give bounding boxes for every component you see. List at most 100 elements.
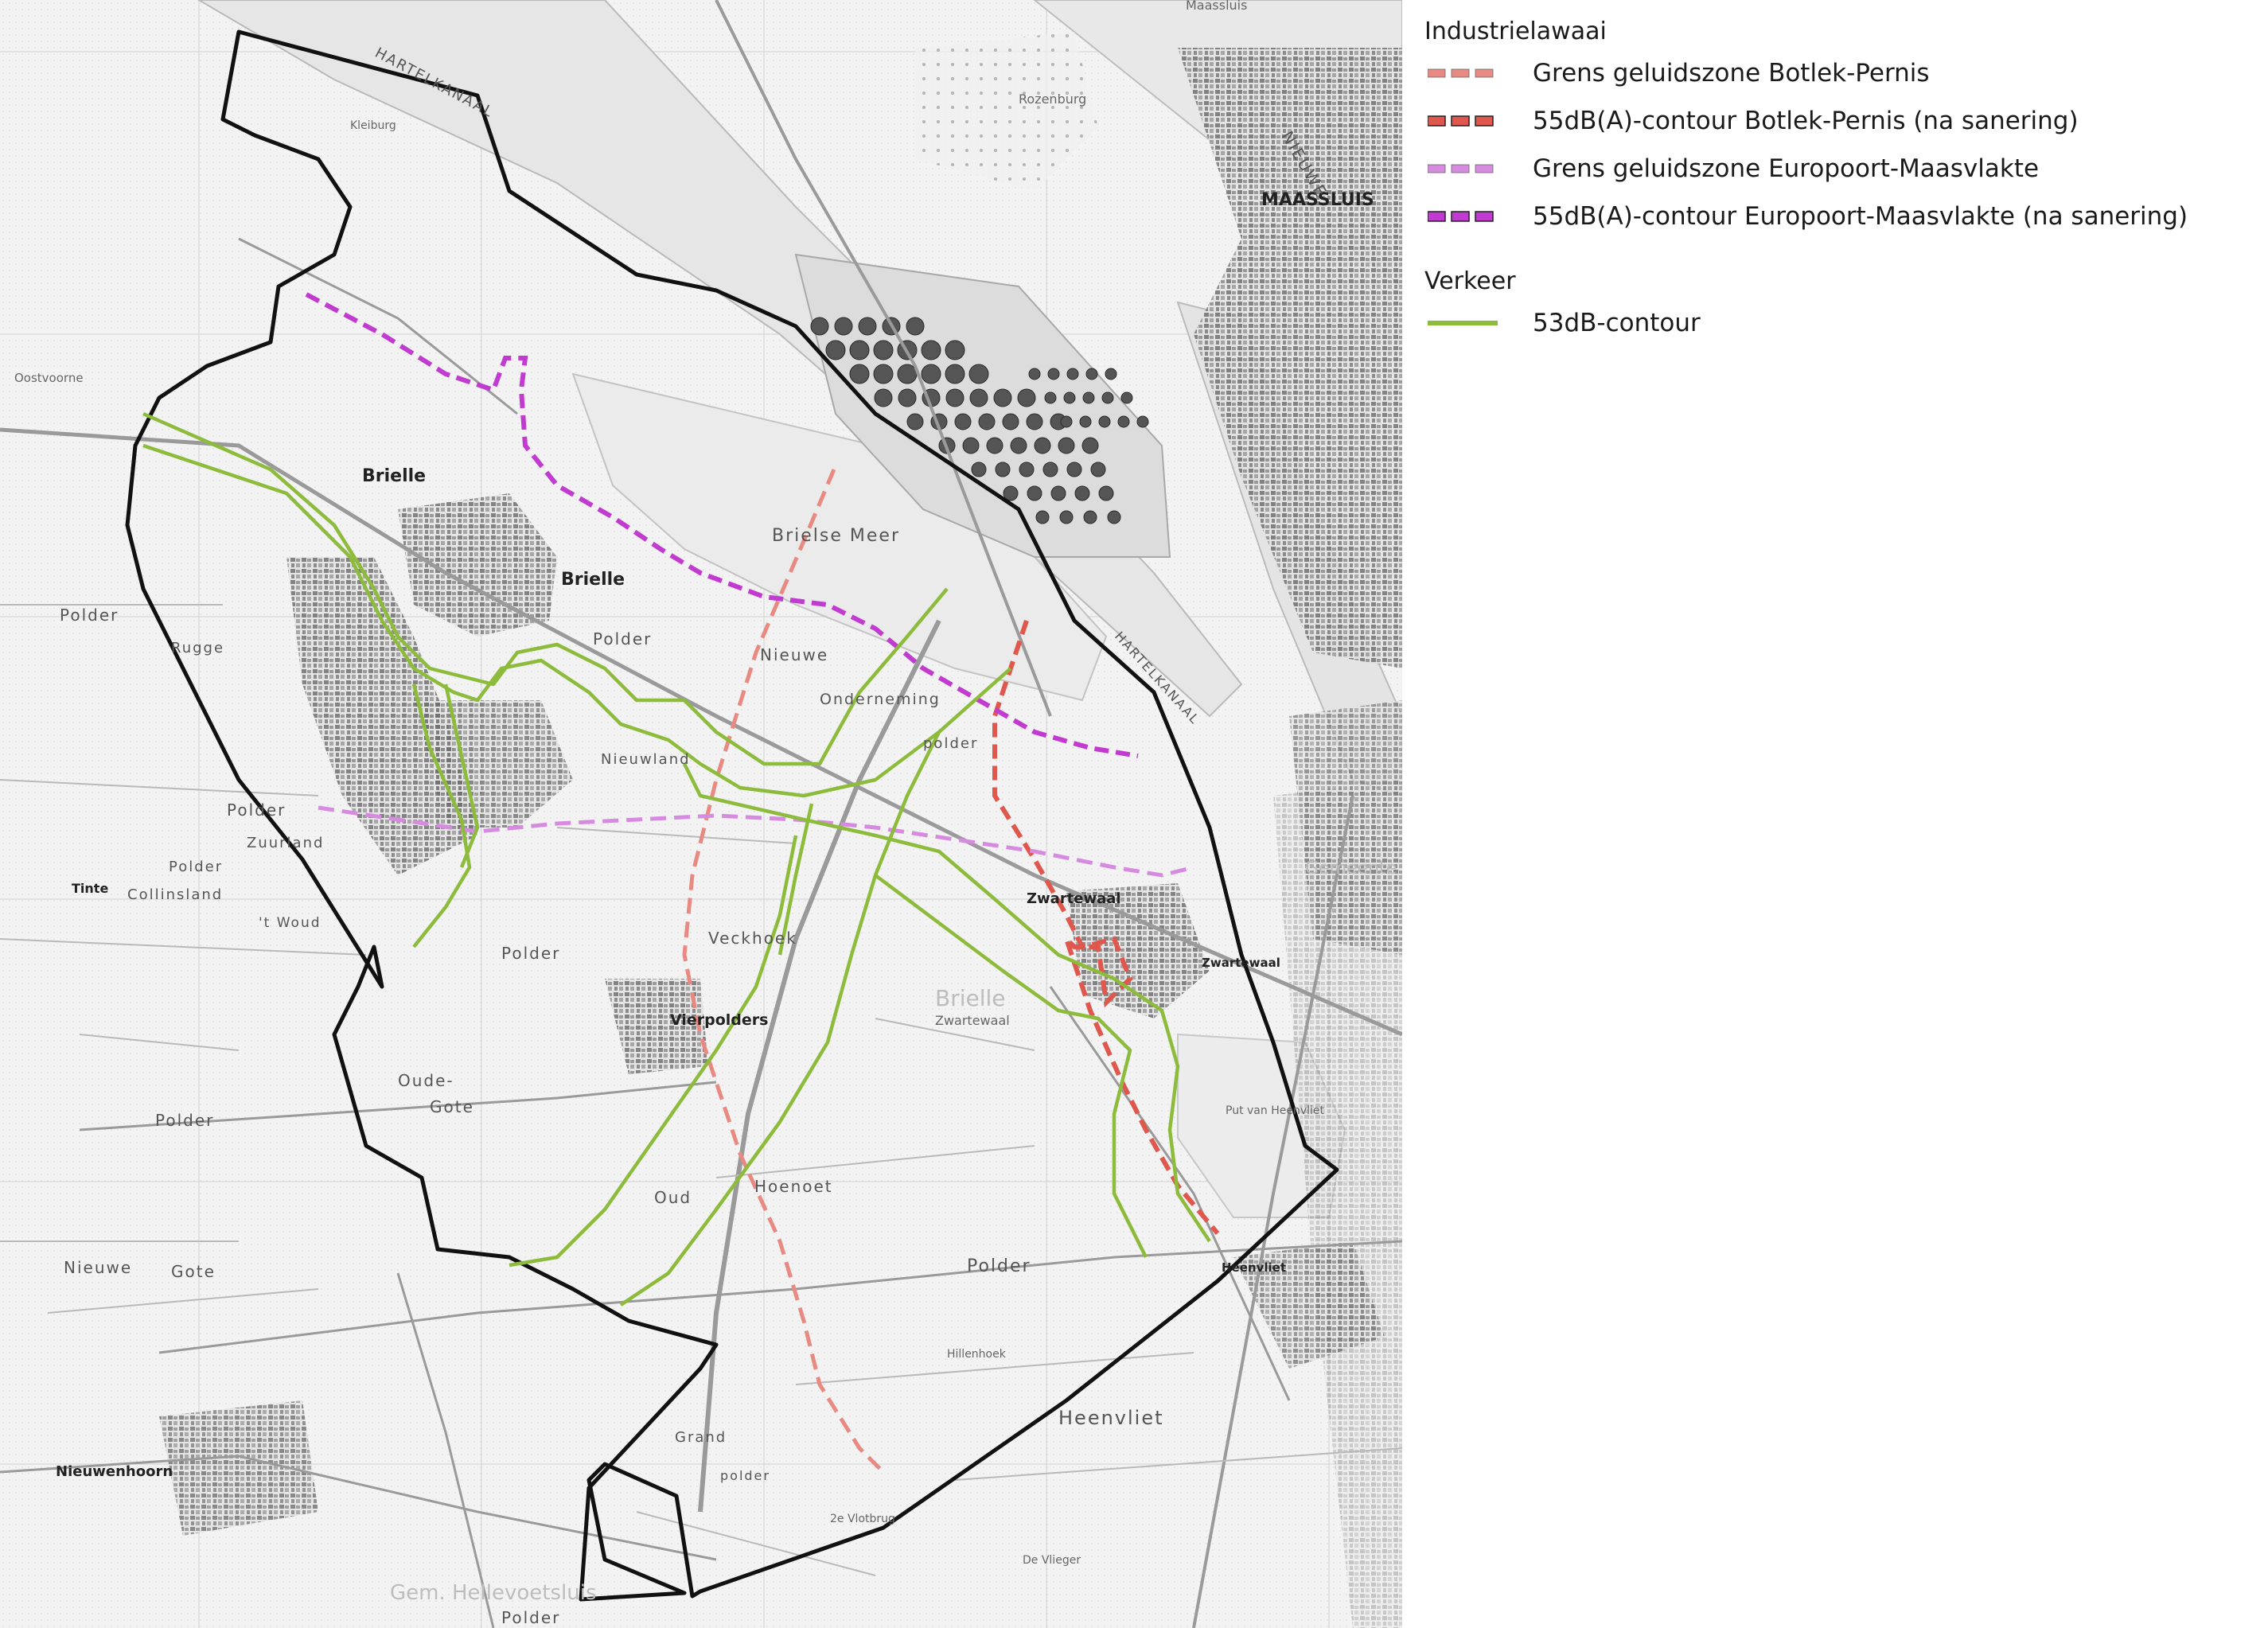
storage-tank <box>945 340 965 360</box>
storage-tank <box>1101 391 1114 404</box>
storage-tank <box>1002 413 1019 430</box>
storage-tank <box>810 317 829 336</box>
legend-label: Grens geluidszone Botlek-Pernis <box>1533 59 1930 88</box>
legend-item: 55dB(A)-contour Botlek-Pernis (na saneri… <box>1424 97 2252 145</box>
place-vierpolders: Vierpolders <box>670 1011 768 1029</box>
area-kleiburg: Kleiburg <box>350 119 396 132</box>
place-tinte: Tinte <box>72 881 108 896</box>
storage-tank <box>1035 510 1050 524</box>
storage-tank <box>1081 437 1099 454</box>
storage-tank <box>1085 368 1098 380</box>
legend-symbol <box>1428 321 1498 325</box>
area-polder-1: Polder <box>60 606 119 625</box>
place-heenvliet: Heenvliet <box>1222 1260 1286 1275</box>
storage-tank <box>1044 391 1057 404</box>
legend-symbol <box>1428 211 1494 222</box>
legend-symbol <box>1428 115 1494 127</box>
legend-item: Grens geluidszone Europoort-Maasvlakte <box>1424 145 2252 193</box>
area-t-woud: 't Woud <box>259 915 321 931</box>
storage-tank <box>921 340 941 360</box>
place-zwartewaal-2: Zwartewaal <box>1202 956 1280 970</box>
area-gote-1: Gote <box>430 1097 474 1116</box>
storage-tank <box>1074 485 1090 501</box>
storage-tank <box>849 340 870 360</box>
area-brielse-meer: Brielse Meer <box>772 526 900 546</box>
place-maassluis-town: Maassluis <box>1186 0 1247 13</box>
area-heenvliet: Heenvliet <box>1058 1407 1164 1429</box>
storage-tank <box>906 413 924 430</box>
place-zwartewaal-small: Zwartewaal <box>935 1013 1010 1028</box>
legend-heading-industry: Industrielawaai <box>1424 18 1607 45</box>
place-gemeente-faint: Gemeente <box>1305 859 1397 878</box>
place-brielle-2: Brielle <box>561 570 625 590</box>
storage-tank <box>1060 415 1073 428</box>
storage-tank <box>1107 510 1121 524</box>
storage-tank <box>825 340 846 360</box>
storage-tank <box>978 413 996 430</box>
legend-item: 55dB(A)-contour Europoort-Maasvlakte (na… <box>1424 193 2252 240</box>
storage-tank <box>1136 415 1149 428</box>
area-polder-9: polder <box>720 1468 770 1483</box>
storage-tank <box>1098 485 1114 501</box>
area-gote-2: Gote <box>171 1262 216 1281</box>
storage-tank <box>962 437 980 454</box>
area-polder-5: Polder <box>501 944 560 963</box>
storage-tank <box>1082 391 1095 404</box>
storage-tank <box>1010 437 1027 454</box>
storage-tank <box>1017 388 1036 407</box>
storage-tank <box>897 364 918 384</box>
storage-tank <box>945 388 964 407</box>
storage-tank <box>1026 413 1043 430</box>
area-polder-6: Polder <box>155 1111 214 1130</box>
place-brielle-faint: Brielle <box>935 985 1006 1011</box>
legend-symbol <box>1428 68 1494 78</box>
map-legend: Industrielawaai Grens geluidszone Botlek… <box>1424 14 2252 347</box>
legend-item: 53dB-contour <box>1424 299 2252 347</box>
legend-label: Grens geluidszone Europoort-Maasvlakte <box>1533 154 2040 183</box>
area-put-van-heenvliet: Put van Heenvliet <box>1226 1104 1325 1117</box>
storage-tank <box>1059 510 1074 524</box>
area-polder-3: Polder <box>227 800 286 820</box>
area-rugge: Rugge <box>171 640 224 656</box>
place-oostvoorne: Oostvoorne <box>14 371 84 385</box>
area-de-vlieger: De Vlieger <box>1023 1554 1081 1567</box>
area-grand: Grand <box>675 1429 727 1446</box>
storage-tank <box>1120 391 1133 404</box>
area-collinsland: Collinsland <box>127 886 223 903</box>
storage-tank <box>954 413 972 430</box>
storage-tank <box>834 317 853 336</box>
storage-tank <box>1050 485 1066 501</box>
storage-tank <box>1079 415 1092 428</box>
storage-tank <box>1063 391 1076 404</box>
map-canvas[interactable]: Maassluis MAASSLUIS Rozenburg Brielle Br… <box>0 0 1402 1628</box>
legend-symbol <box>1428 164 1494 173</box>
legend-item: Grens geluidszone Botlek-Pernis <box>1424 49 2252 97</box>
storage-tank <box>921 364 941 384</box>
area-polder-2: Polder <box>593 629 652 648</box>
area-veckhoek: Veckhoek <box>708 929 797 948</box>
storage-tank <box>874 388 893 407</box>
storage-tank <box>849 364 870 384</box>
place-brielle-1: Brielle <box>362 466 426 486</box>
area-hoenoet: Hoenoet <box>754 1177 833 1196</box>
place-gem-hellevoetsluis: Gem. Hellevoetsluis <box>390 1581 597 1605</box>
storage-tank <box>995 462 1011 477</box>
storage-tank <box>969 388 988 407</box>
storage-tank <box>858 317 877 336</box>
storage-tank <box>1083 510 1097 524</box>
storage-tank <box>971 462 987 477</box>
place-rozenburg: Rozenburg <box>1019 92 1086 107</box>
map-panel[interactable]: Maassluis MAASSLUIS Rozenburg Brielle Br… <box>0 0 1402 1628</box>
storage-tank <box>1034 437 1051 454</box>
storage-tank <box>1066 462 1082 477</box>
place-zwartewaal: Zwartewaal <box>1027 890 1121 907</box>
storage-tank <box>1042 462 1058 477</box>
storage-tank <box>1019 462 1035 477</box>
storage-tank <box>1058 437 1075 454</box>
storage-tank <box>986 437 1003 454</box>
legend-heading-traffic: Verkeer <box>1424 267 1516 295</box>
storage-tank <box>968 364 989 384</box>
storage-tank <box>1117 415 1130 428</box>
place-nieuwenhoorn: Nieuwenhoorn <box>56 1463 173 1480</box>
storage-tank <box>1098 415 1111 428</box>
